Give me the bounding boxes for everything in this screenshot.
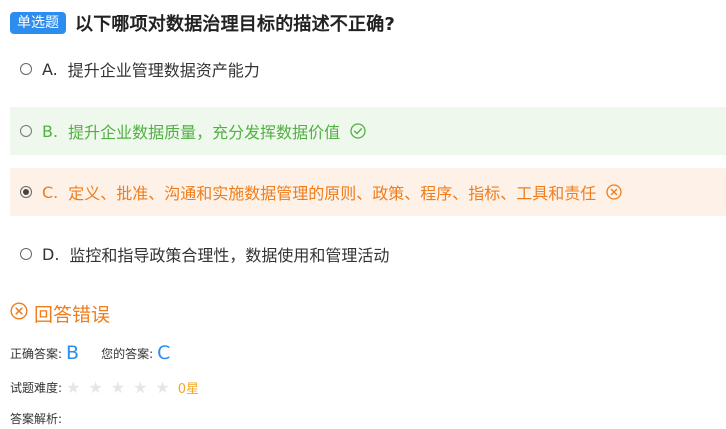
- option-letter: C.: [42, 182, 59, 202]
- correct-answer-value: B: [66, 342, 80, 364]
- option-letter: D.: [42, 244, 60, 264]
- star-icon: ★: [133, 377, 148, 397]
- question-header: 单选题 以下哪项对数据治理目标的描述不正确?: [10, 10, 395, 36]
- difficulty-label: 试题难度:: [10, 381, 63, 395]
- star-icon: ★: [155, 377, 170, 397]
- correct-answer-label: 正确答案:: [10, 346, 63, 361]
- question-type-badge: 单选题: [10, 12, 66, 34]
- option-text: 监控和指导政策合理性，数据使用和管理活动: [69, 246, 390, 265]
- option-letter: A.: [42, 59, 58, 79]
- option-d[interactable]: D. 监控和指导政策合理性，数据使用和管理活动: [10, 230, 726, 278]
- analysis-row: 答案解析:: [10, 410, 62, 427]
- difficulty-value: 0星: [177, 382, 200, 397]
- your-answer-label: 您的答案:: [101, 346, 154, 361]
- answer-result: 回答错误: [10, 300, 110, 327]
- radio-button-selected[interactable]: [20, 186, 32, 198]
- option-text: 提升企业管理数据资产能力: [67, 61, 260, 80]
- star-icon: ★: [88, 377, 103, 397]
- option-text: 提升企业数据质量，充分发挥数据价值: [68, 123, 341, 142]
- option-letter: B.: [42, 121, 59, 141]
- option-c[interactable]: C. 定义、批准、沟通和实施数据管理的原则、政策、程序、指标、工具和责任: [10, 168, 726, 216]
- circle-x-icon: [606, 184, 622, 200]
- radio-button[interactable]: [20, 248, 32, 260]
- option-text: 定义、批准、沟通和实施数据管理的原则、政策、程序、指标、工具和责任: [68, 184, 597, 203]
- difficulty-row: 试题难度: ★ ★ ★ ★ ★ 0星: [10, 378, 199, 397]
- analysis-label: 答案解析:: [10, 412, 63, 426]
- difficulty-stars: ★ ★ ★ ★ ★: [66, 377, 178, 397]
- radio-button[interactable]: [20, 125, 32, 137]
- star-icon: ★: [110, 377, 126, 397]
- circle-x-icon: [10, 302, 28, 325]
- option-a[interactable]: A. 提升企业管理数据资产能力: [10, 45, 726, 93]
- result-text: 回答错误: [34, 304, 111, 326]
- circle-check-icon: [350, 123, 366, 139]
- radio-button[interactable]: [20, 63, 32, 75]
- star-icon: ★: [66, 377, 81, 397]
- your-answer-value: C: [157, 342, 171, 364]
- question-title: 以下哪项对数据治理目标的描述不正确?: [75, 14, 396, 35]
- answers-row: 正确答案: B 您的答案: C: [10, 342, 170, 364]
- question-page: 单选题 以下哪项对数据治理目标的描述不正确? A. 提升企业管理数据资产能力 B…: [0, 0, 726, 429]
- option-b[interactable]: B. 提升企业数据质量，充分发挥数据价值: [10, 107, 726, 155]
